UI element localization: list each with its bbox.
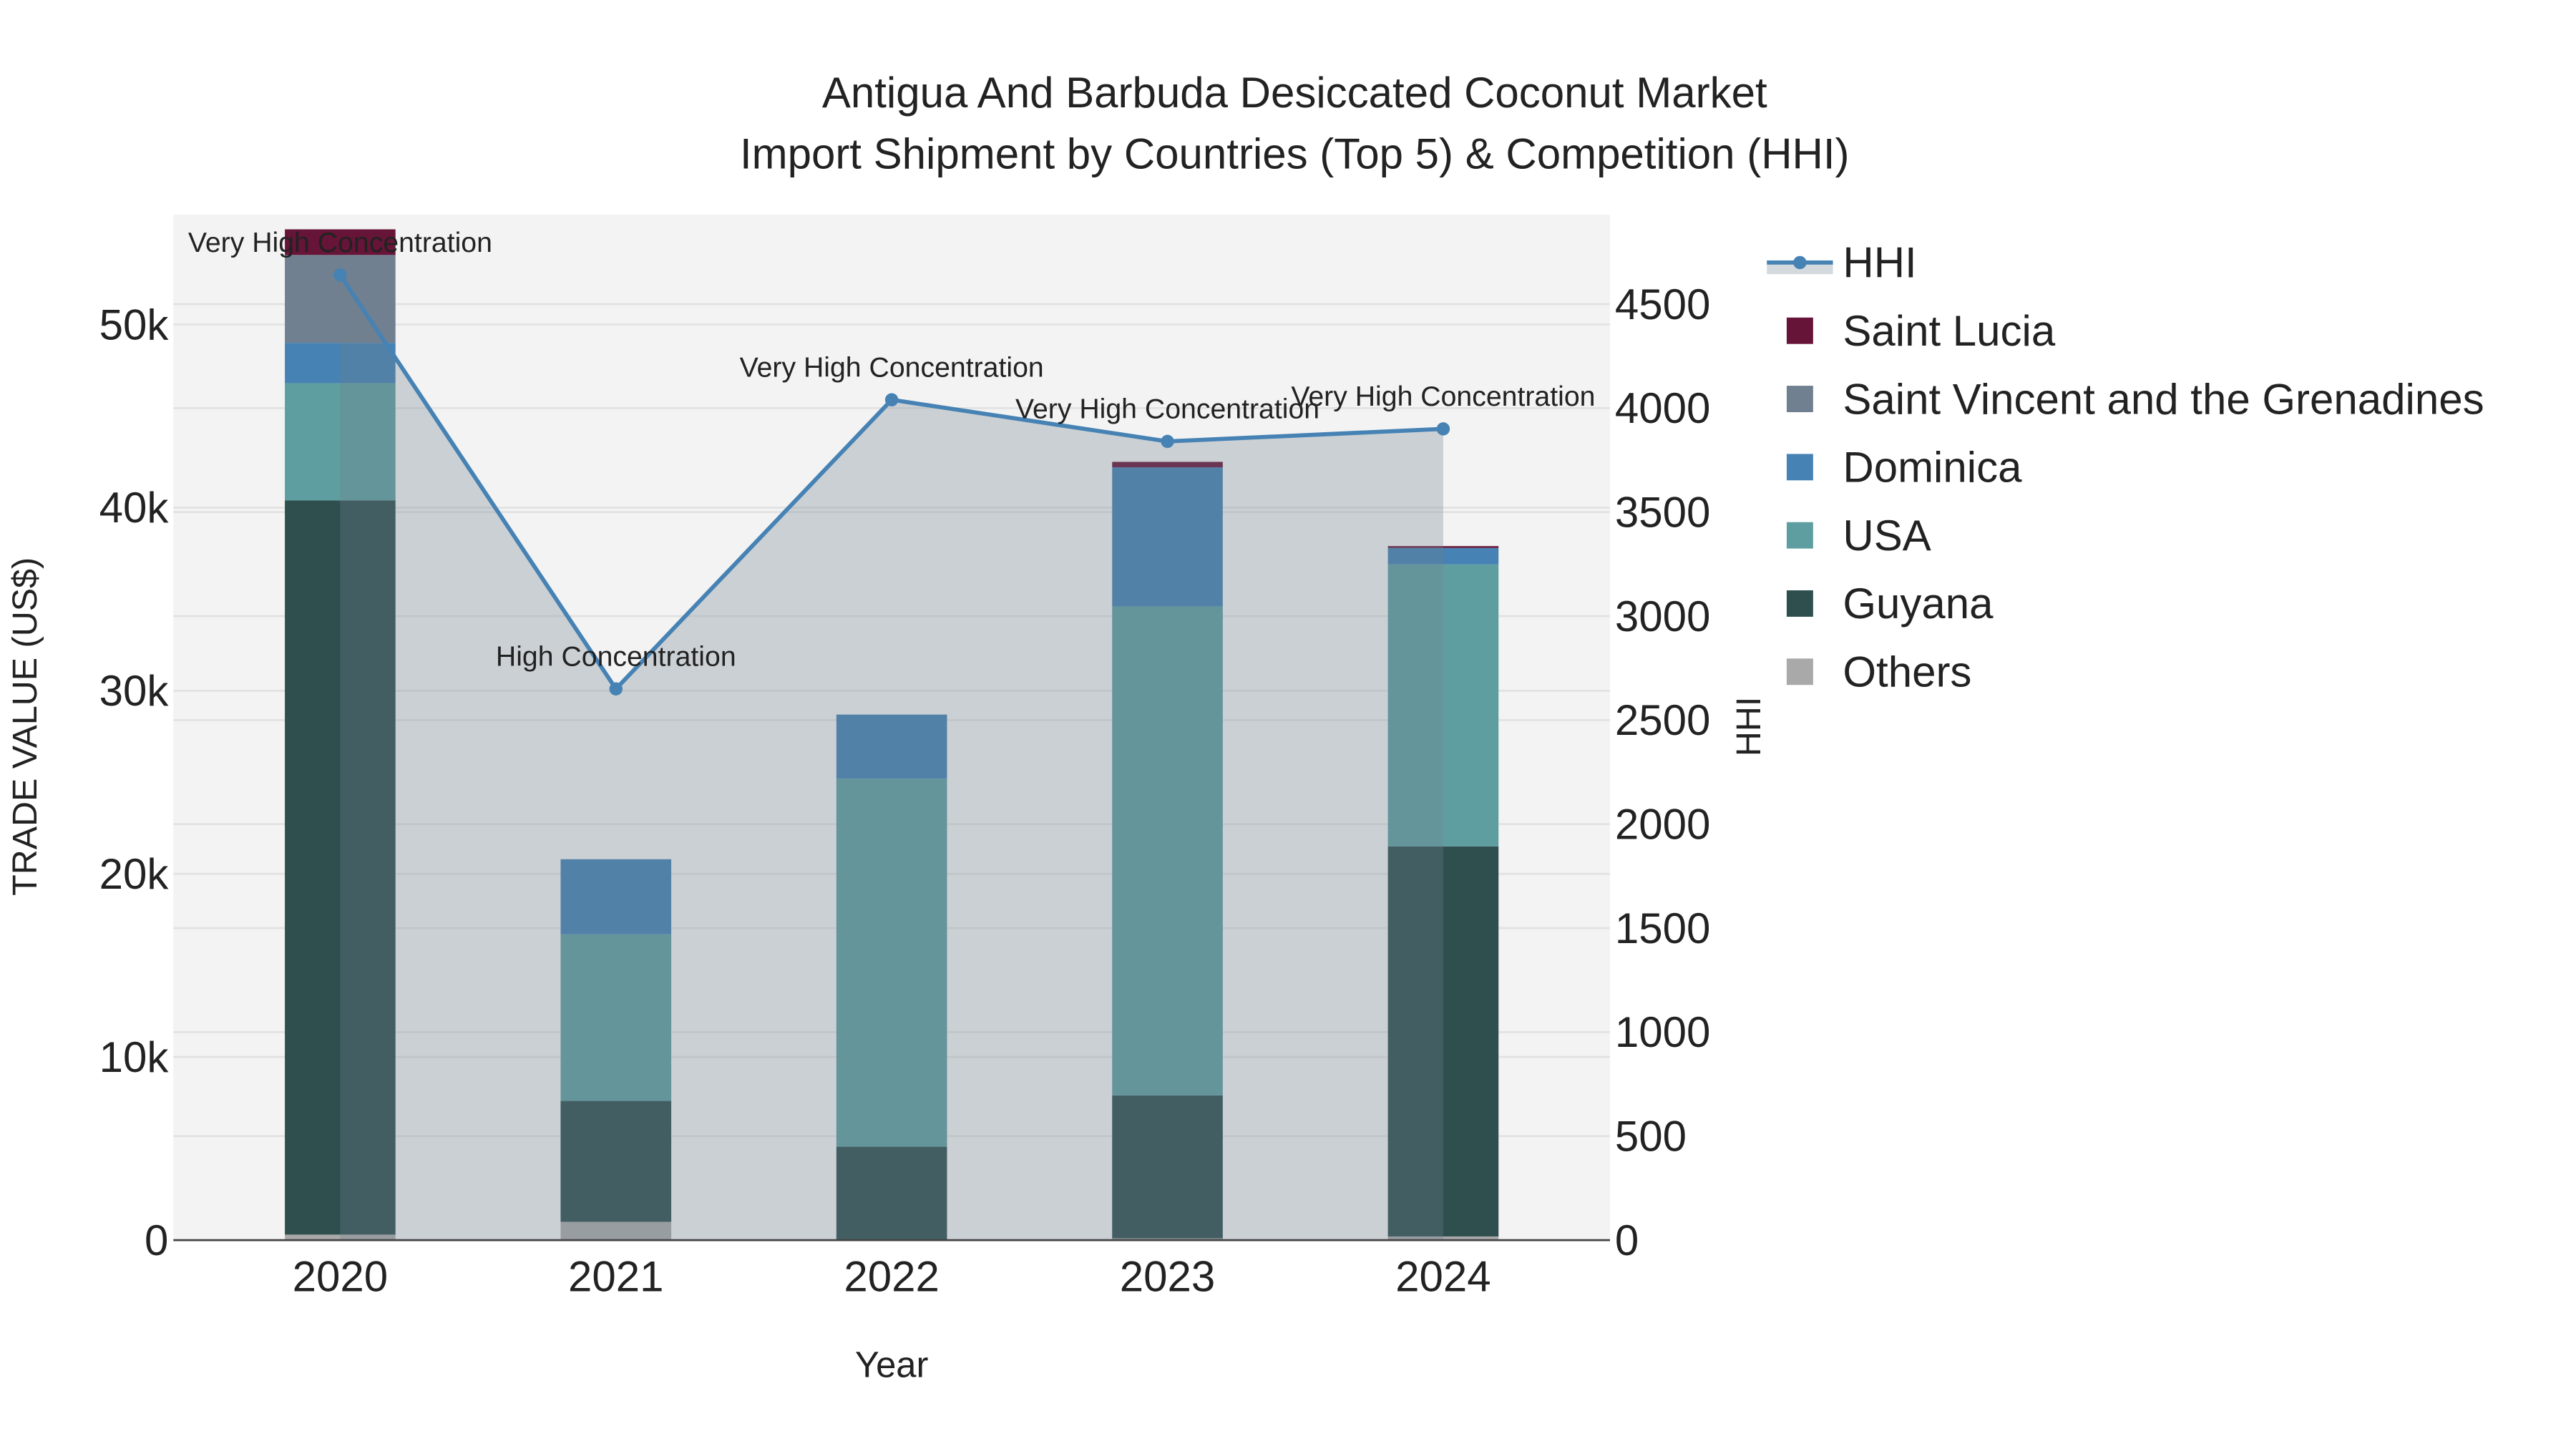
chart-title-line2: Import Shipment by Countries (Top 5) & C… — [740, 130, 1850, 177]
legend-swatch — [1786, 658, 1813, 686]
y2-tick-label: 4000 — [1615, 384, 1710, 432]
hhi-point-2024 — [1436, 422, 1450, 436]
y-tick-label: 40k — [99, 484, 170, 532]
y-tick-label: 30k — [99, 667, 170, 715]
y2-axis-label: HHI — [1729, 697, 1768, 756]
legend-swatch — [1786, 317, 1813, 344]
y2-tick-label: 1000 — [1615, 1008, 1710, 1056]
x-tick-label: 2022 — [844, 1253, 939, 1301]
y-tick-label: 0 — [145, 1216, 168, 1264]
hhi-point-2023 — [1161, 434, 1174, 449]
chart: Antigua And Barbuda Desiccated Coconut M… — [6, 69, 2484, 1385]
legend-item-guyana[interactable]: Guyana — [1786, 580, 1994, 628]
y2-tick-label: 500 — [1615, 1113, 1687, 1161]
legend-item-saint-vincent-and-the-grenadines[interactable]: Saint Vincent and the Grenadines — [1786, 375, 2484, 423]
y2-tick-label: 0 — [1615, 1216, 1639, 1264]
y2-tick-label: 2000 — [1615, 800, 1710, 848]
legend-swatch-hhi-marker — [1793, 255, 1807, 270]
legend-item-usa[interactable]: USA — [1786, 512, 1931, 560]
legend-label: Dominica — [1843, 444, 2022, 492]
legend-label: HHI — [1843, 239, 1916, 287]
hhi-point-2021 — [609, 682, 623, 696]
legend-label: Guyana — [1843, 580, 1994, 628]
legend-item-dominica[interactable]: Dominica — [1786, 444, 2022, 492]
x-tick-label: 2023 — [1120, 1253, 1215, 1301]
y-tick-label: 20k — [99, 850, 170, 898]
legend-label: Saint Vincent and the Grenadines — [1843, 375, 2484, 423]
y-axis-label: TRADE VALUE (US$) — [6, 557, 44, 896]
hhi-annotation-2022: Very High Concentration — [740, 351, 1044, 383]
legend-item-saint-lucia[interactable]: Saint Lucia — [1786, 307, 2056, 355]
y-tick-label: 50k — [99, 301, 170, 348]
chart-title-line1: Antigua And Barbuda Desiccated Coconut M… — [822, 69, 1767, 117]
legend-label: Saint Lucia — [1843, 307, 2055, 355]
y2-tick-label: 3500 — [1615, 488, 1710, 536]
legend-swatch — [1786, 386, 1813, 412]
legend-swatch — [1786, 522, 1813, 549]
y2-tick-label: 1500 — [1615, 904, 1710, 952]
y-axis-ticks: 0 10k 20k 30k 40k 50k — [99, 301, 170, 1264]
hhi-annotation-2020: Very High Concentration — [188, 227, 492, 258]
legend-swatch — [1786, 590, 1813, 617]
y-tick-label: 10k — [99, 1033, 170, 1081]
legend-item-others[interactable]: Others — [1786, 648, 1972, 696]
legend-swatch — [1786, 454, 1813, 481]
hhi-point-2022 — [884, 393, 899, 406]
hhi-annotation-2024: Very High Concentration — [1291, 381, 1595, 412]
x-axis-ticks: 2020 2021 2022 2023 2024 — [293, 1253, 1491, 1301]
hhi-annotation-2023: Very High Concentration — [1015, 394, 1319, 425]
legend-label: USA — [1843, 512, 1931, 560]
y2-tick-label: 4500 — [1615, 280, 1710, 328]
y2-axis-ticks: 0 500 1000 1500 2000 2500 3000 3500 4000 4500 — [1615, 280, 1710, 1264]
y2-tick-label: 3000 — [1615, 592, 1710, 640]
x-tick-label: 2020 — [293, 1253, 388, 1301]
hhi-point-2020 — [333, 268, 347, 282]
x-tick-label: 2021 — [568, 1253, 663, 1301]
legend-label: Others — [1843, 648, 1971, 696]
x-tick-label: 2024 — [1395, 1253, 1491, 1301]
y2-tick-label: 2500 — [1615, 696, 1710, 744]
hhi-annotation-2021: High Concentration — [496, 640, 736, 672]
legend-item-hhi[interactable]: HHI — [1767, 239, 1917, 287]
legend: HHI Saint Lucia Saint Vincent and the Gren… — [1767, 239, 2484, 696]
x-axis-label: Year — [855, 1345, 929, 1385]
